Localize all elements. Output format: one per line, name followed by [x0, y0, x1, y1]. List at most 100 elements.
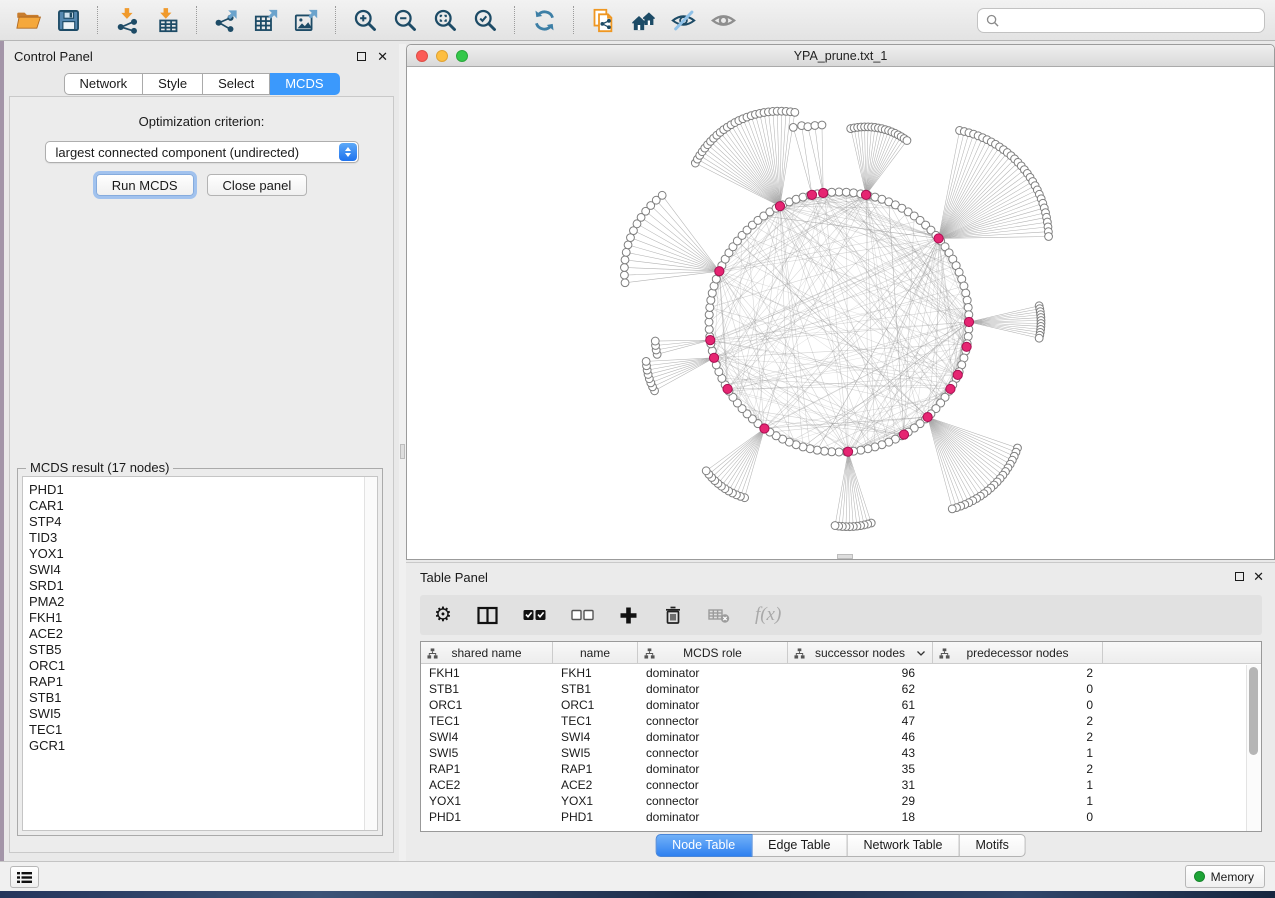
mcds-result-item[interactable]: SWI5	[29, 706, 377, 722]
import-table-button[interactable]	[149, 4, 185, 36]
mcds-hub-node[interactable]	[807, 190, 816, 199]
export-image-button[interactable]	[288, 4, 324, 36]
table-row[interactable]: ACE2ACE2connector311	[421, 777, 1246, 793]
add-column-button[interactable]	[619, 606, 638, 625]
table-row[interactable]: TEC1TEC1connector472	[421, 713, 1246, 729]
mcds-result-item[interactable]: SRD1	[29, 578, 377, 594]
mcds-hub-node[interactable]	[723, 384, 732, 393]
table-row[interactable]: FKH1FKH1dominator962	[421, 665, 1246, 681]
table-row[interactable]: ORC1ORC1dominator610	[421, 697, 1246, 713]
refresh-view-button[interactable]	[526, 4, 562, 36]
leaf-node[interactable]	[622, 248, 630, 256]
mcds-hub-node[interactable]	[964, 317, 973, 326]
run-mcds-button[interactable]: Run MCDS	[96, 174, 194, 196]
search-input[interactable]	[1005, 13, 1256, 27]
leaf-node[interactable]	[621, 256, 629, 264]
zoom-out-button[interactable]	[387, 4, 423, 36]
mcds-hub-node[interactable]	[715, 267, 724, 276]
leaf-node[interactable]	[621, 271, 629, 279]
export-network-button[interactable]	[208, 4, 244, 36]
tab-style[interactable]: Style	[143, 73, 203, 95]
tab-node-table[interactable]: Node Table	[655, 834, 752, 857]
column-header[interactable]: MCDS role	[638, 642, 788, 663]
leaf-node[interactable]	[804, 123, 812, 131]
zoom-selected-button[interactable]	[467, 4, 503, 36]
leaf-node[interactable]	[818, 121, 826, 129]
network-node[interactable]	[705, 311, 713, 319]
network-node[interactable]	[706, 303, 714, 311]
zoom-fit-button[interactable]	[427, 4, 463, 36]
leaf-node[interactable]	[1045, 233, 1053, 241]
list-scrollbar[interactable]	[364, 477, 377, 830]
hide-selected-button[interactable]	[665, 4, 701, 36]
leaf-node[interactable]	[903, 137, 911, 145]
leaf-node[interactable]	[621, 264, 629, 272]
mcds-hub-node[interactable]	[819, 188, 828, 197]
mcds-result-item[interactable]: PHD1	[29, 482, 377, 498]
scrollbar-thumb[interactable]	[1249, 667, 1258, 755]
delete-table-button[interactable]	[708, 606, 730, 624]
leaf-node[interactable]	[651, 337, 659, 345]
mcds-hub-node[interactable]	[923, 412, 932, 421]
window-minimize-icon[interactable]	[436, 50, 448, 62]
toggle-column-panel-button[interactable]	[477, 606, 498, 625]
mcds-hub-node[interactable]	[709, 353, 718, 362]
mcds-result-item[interactable]: ACE2	[29, 626, 377, 642]
network-node[interactable]	[820, 447, 828, 455]
column-header[interactable]: shared name	[421, 642, 553, 663]
close-mcds-panel-button[interactable]: Close panel	[207, 174, 308, 196]
leaf-node[interactable]	[642, 357, 650, 365]
network-node[interactable]	[707, 296, 715, 304]
mcds-result-item[interactable]: CAR1	[29, 498, 377, 514]
mcds-result-item[interactable]: YOX1	[29, 546, 377, 562]
tab-edge-table[interactable]: Edge Table	[752, 834, 847, 857]
network-window-titlebar[interactable]: YPA_prune.txt_1	[407, 45, 1274, 67]
mcds-hub-node[interactable]	[934, 234, 943, 243]
network-node[interactable]	[857, 446, 865, 454]
tab-mcds[interactable]: MCDS	[270, 73, 339, 95]
table-row[interactable]: STB1STB1dominator620	[421, 681, 1246, 697]
leaf-node[interactable]	[791, 108, 799, 116]
horizontal-splitter-handle[interactable]	[837, 554, 853, 559]
mcds-result-item[interactable]: FKH1	[29, 610, 377, 626]
table-row[interactable]: YOX1YOX1connector291	[421, 793, 1246, 809]
network-graph[interactable]	[407, 67, 1274, 559]
table-row[interactable]: SWI5SWI5connector431	[421, 745, 1246, 761]
delete-column-button[interactable]	[663, 605, 683, 625]
column-header[interactable]: predecessor nodes	[933, 642, 1103, 663]
network-node[interactable]	[964, 303, 972, 311]
mcds-hub-node[interactable]	[953, 370, 962, 379]
function-builder-button[interactable]: f(x)	[755, 604, 781, 626]
leaf-node[interactable]	[1035, 334, 1043, 342]
search-box[interactable]	[977, 8, 1265, 33]
network-node[interactable]	[963, 296, 971, 304]
network-node[interactable]	[962, 289, 970, 297]
network-node[interactable]	[828, 188, 836, 196]
network-node[interactable]	[813, 446, 821, 454]
mcds-result-item[interactable]: STP4	[29, 514, 377, 530]
leaf-node[interactable]	[948, 505, 956, 513]
first-neighbors-button[interactable]	[625, 4, 661, 36]
window-close-icon[interactable]	[416, 50, 428, 62]
open-file-button[interactable]	[10, 4, 46, 36]
tab-motifs[interactable]: Motifs	[959, 834, 1025, 857]
mcds-result-item[interactable]: TEC1	[29, 722, 377, 738]
table-row[interactable]: PHD1PHD1dominator180	[421, 809, 1246, 825]
zoom-in-button[interactable]	[347, 4, 383, 36]
mcds-hub-node[interactable]	[775, 202, 784, 211]
save-session-button[interactable]	[50, 4, 86, 36]
splitter-handle[interactable]	[400, 444, 405, 459]
export-table-button[interactable]	[248, 4, 284, 36]
leaf-node[interactable]	[621, 279, 629, 287]
table-scrollbar[interactable]	[1246, 665, 1261, 831]
mcds-hub-node[interactable]	[861, 190, 870, 199]
mcds-result-list[interactable]: PHD1CAR1STP4TID3YOX1SWI4SRD1PMA2FKH1ACE2…	[22, 476, 378, 831]
network-node[interactable]	[828, 448, 836, 456]
tab-select[interactable]: Select	[203, 73, 270, 95]
network-node[interactable]	[850, 189, 858, 197]
leaf-node[interactable]	[624, 241, 632, 249]
column-header[interactable]: name	[553, 642, 638, 663]
show-panel-list-button[interactable]	[10, 866, 39, 888]
tab-network-table[interactable]: Network Table	[848, 834, 960, 857]
mcds-result-item[interactable]: TID3	[29, 530, 377, 546]
